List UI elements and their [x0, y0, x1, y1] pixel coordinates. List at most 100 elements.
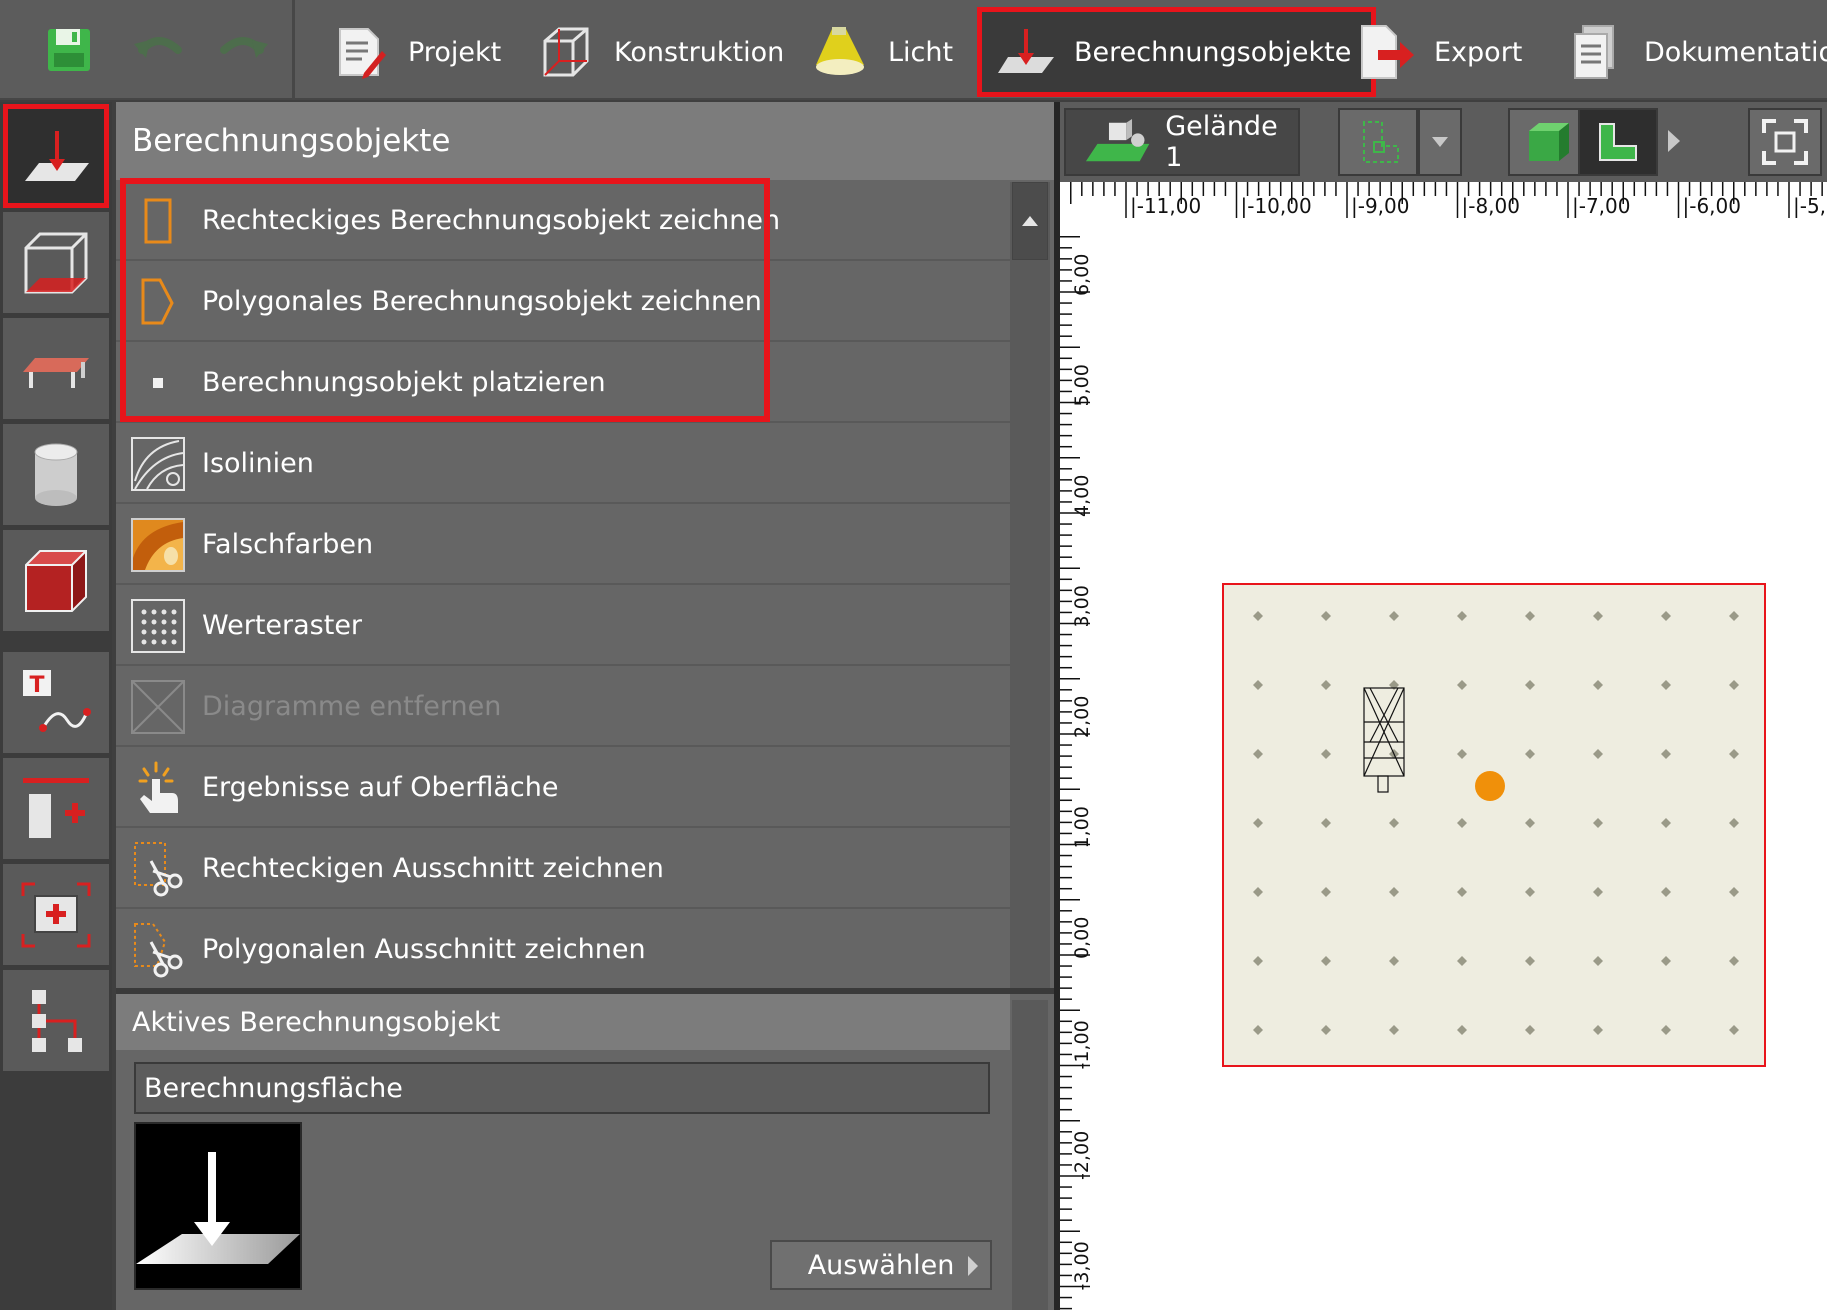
ruler-y-label: -3,00 [1071, 1241, 1093, 1290]
left-tool-zoom-frame[interactable] [3, 864, 109, 968]
project-document-icon [330, 22, 390, 82]
table-furniture-icon [23, 357, 89, 388]
remove-diagram-icon [130, 679, 186, 735]
room-cube-icon [24, 232, 88, 293]
rectangle-outline-icon [130, 193, 186, 249]
undo-button[interactable] [116, 0, 202, 100]
select-button-label: Auswählen [807, 1249, 955, 1281]
tab-dokumentation[interactable]: Dokumentation [1566, 10, 1827, 94]
light-source-point[interactable] [1475, 771, 1505, 801]
chevron-right-icon [1668, 130, 1680, 152]
select-object-button[interactable]: Auswählen [770, 1240, 992, 1290]
cmd-results-on-surface[interactable]: Ergebnisse auf Oberfläche [116, 749, 1010, 828]
light-cone-icon [810, 22, 870, 82]
ruler-y-label: 2,00 [1071, 696, 1093, 738]
left-tool-hierarchy[interactable] [3, 970, 109, 1074]
red-cube-icon [25, 549, 87, 612]
chevron-right-icon [968, 1256, 978, 1276]
left-toolbar: T [0, 102, 112, 1310]
cmd-draw-polygonal-calc-object[interactable]: Polygonales Berechnungsobjekt zeichnen [116, 263, 1010, 342]
rect-cut-scissors-icon [130, 841, 186, 897]
tab-konstruktion[interactable]: Konstruktion [536, 10, 784, 94]
list-item-label: Polygonalen Ausschnitt zeichnen [202, 934, 646, 965]
list-item-label: Rechteckigen Ausschnitt zeichnen [202, 853, 664, 884]
hierarchy-icon [32, 989, 82, 1052]
active-object-panel: Aktives Berechnungsobjekt Berechnungsflä… [116, 994, 1054, 1310]
ruler-x-label: |-9,00 [1351, 194, 1410, 218]
ruler-y-label: 6,00 [1071, 254, 1093, 296]
more-tools-arrow[interactable] [1668, 130, 1680, 156]
left-tool-solid[interactable] [3, 530, 109, 634]
layout-view-button[interactable] [1338, 108, 1418, 176]
tab-projekt[interactable]: Projekt [330, 10, 501, 94]
cmd-draw-polygon-cutout[interactable]: Polygonalen Ausschnitt zeichnen [116, 911, 1010, 990]
calculation-surface-icon [136, 1152, 300, 1264]
terrain-selector[interactable]: Gelände 1 [1064, 108, 1300, 176]
drawing-canvas[interactable]: |-11,00 |-10,00 |-9,00 |-8,00 |-7,00 |-6,00 |-… [1060, 182, 1827, 1310]
construction-cube-icon [536, 22, 596, 82]
save-icon [48, 29, 90, 71]
active-object-scrollbar[interactable] [1012, 1000, 1048, 1310]
scroll-up-button[interactable] [1012, 182, 1048, 260]
3d-view-button[interactable] [1508, 108, 1588, 176]
tab-export[interactable]: Export [1356, 10, 1522, 94]
cmd-draw-rect-cutout[interactable]: Rechteckigen Ausschnitt zeichnen [116, 830, 1010, 909]
text-path-icon: T [23, 669, 91, 732]
cmd-false-colors[interactable]: Falschfarben [116, 506, 1010, 585]
zoom-frame-icon [21, 882, 91, 947]
app-window: Projekt Konstruktion Licht Berechnungsob… [0, 0, 1827, 1310]
floor-plan-icon [1363, 121, 1399, 163]
active-object-name-field[interactable]: Berechnungsfläche [134, 1062, 990, 1114]
list-item-label: Ergebnisse auf Oberfläche [202, 772, 559, 803]
list-item-label: Isolinien [202, 448, 314, 479]
polygon-outline-icon [130, 274, 186, 330]
polygon-cut-scissors-icon [130, 922, 186, 978]
list-item-label: Werteraster [202, 610, 363, 641]
tab-dokumentation-label: Dokumentation [1644, 36, 1827, 68]
ruler-x-label: |-5,0 [1793, 194, 1827, 218]
terrain-label: Gelände 1 [1165, 111, 1278, 173]
list-item-label: Berechnungsobjekt platzieren [202, 367, 606, 398]
cmd-draw-rectangular-calc-object[interactable]: Rechteckiges Berechnungsobjekt zeichnen [116, 182, 1010, 261]
left-tool-text-path[interactable]: T [3, 652, 109, 756]
left-tool-add-element[interactable] [3, 758, 109, 862]
left-tool-calculation-objects[interactable] [3, 104, 109, 208]
save-button[interactable] [26, 0, 112, 100]
plan-view-button[interactable] [1578, 108, 1658, 176]
toolbar-separator [292, 0, 295, 100]
ruler-x-label: |-6,00 [1683, 194, 1742, 218]
undo-icon [134, 37, 182, 58]
ruler-y-label: 5,00 [1071, 364, 1093, 406]
cmd-value-grid[interactable]: Werteraster [116, 587, 1010, 666]
cmd-isolines[interactable]: Isolinien [116, 425, 1010, 504]
calculation-area[interactable] [1222, 583, 1766, 1067]
tab-licht[interactable]: Licht [810, 10, 953, 94]
value-grid-icon [130, 598, 186, 654]
left-tool-room[interactable] [3, 212, 109, 316]
tab-berechnungsobjekte[interactable]: Berechnungsobjekte [976, 7, 1377, 97]
green-cube-icon [1529, 123, 1569, 161]
arrow-up-icon [1022, 216, 1038, 226]
cmd-place-calc-object[interactable]: Berechnungsobjekt platzieren [116, 344, 1010, 423]
redo-button[interactable] [200, 0, 286, 100]
add-element-icon [23, 777, 89, 838]
calculation-object-icon [25, 130, 89, 181]
fullscreen-icon [1762, 119, 1808, 165]
ruler-x-label: |-11,00 [1130, 194, 1201, 218]
ruler-y-label: 3,00 [1071, 585, 1093, 627]
fit-view-button[interactable] [1748, 108, 1822, 176]
false-color-icon [130, 517, 186, 573]
left-tool-cylinder[interactable] [3, 424, 109, 528]
results-on-surface-icon [130, 760, 186, 816]
main-toolbar: Projekt Konstruktion Licht Berechnungsob… [0, 0, 1827, 100]
svg-text:T: T [29, 673, 44, 698]
left-tool-furniture[interactable] [3, 318, 109, 422]
ruler-x-label: |-7,00 [1572, 194, 1631, 218]
cmd-remove-diagrams: Diagramme entfernen [116, 668, 1010, 747]
documentation-icon [1566, 22, 1626, 82]
command-list-scrollbar[interactable] [1010, 182, 1050, 990]
ruler-y-label: 1,00 [1071, 806, 1093, 848]
active-object-thumbnail [134, 1122, 302, 1290]
layout-dropdown-button[interactable] [1418, 108, 1462, 176]
ruler-y-label: 4,00 [1071, 475, 1093, 517]
